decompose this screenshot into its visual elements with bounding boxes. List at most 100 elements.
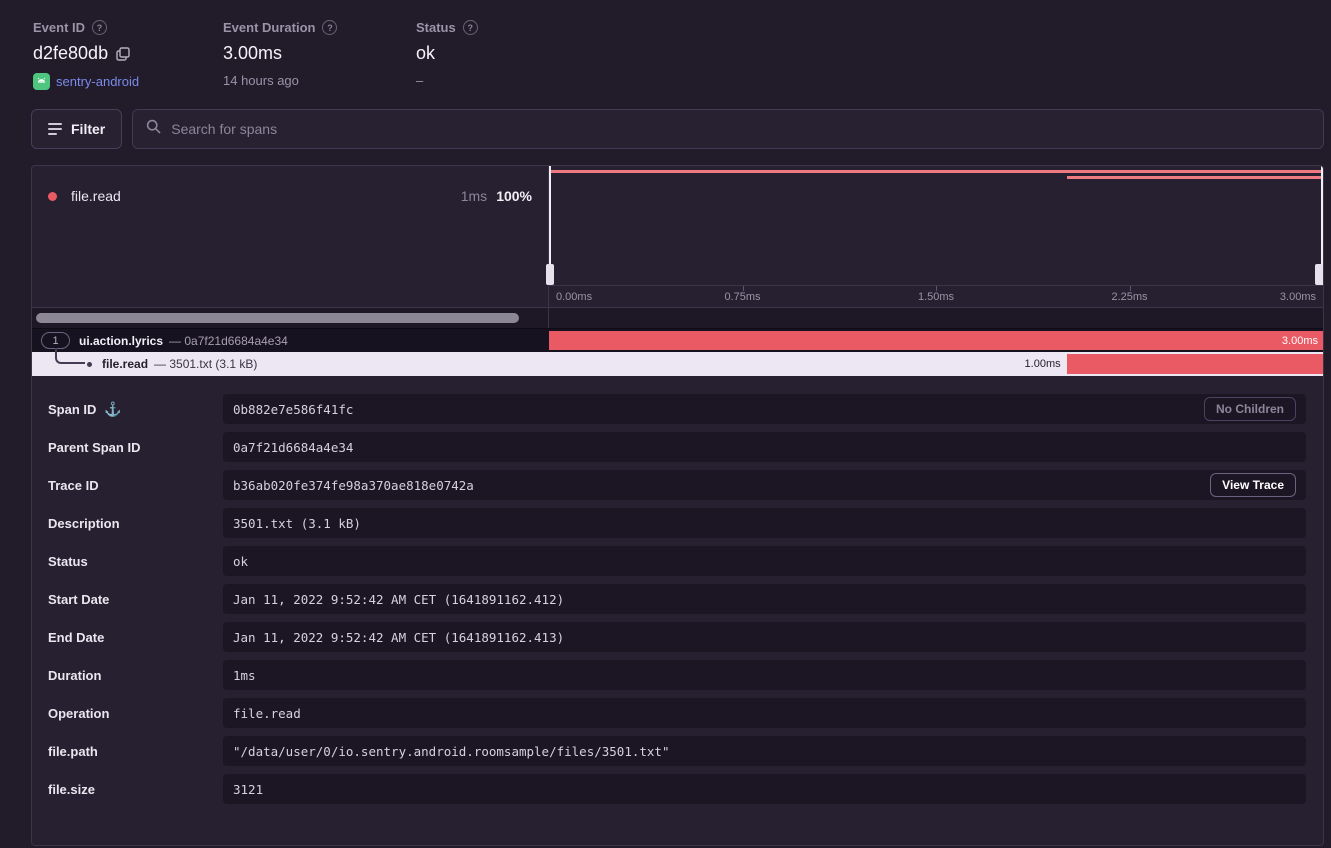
detail-row-label: file.path <box>48 744 223 759</box>
axis-tick-label: 0.00ms <box>556 291 592 303</box>
detail-row: file.path "/data/user/0/io.sentry.androi… <box>48 736 1306 766</box>
detail-row: Start Date Jan 11, 2022 9:52:42 AM CET (… <box>48 584 1306 614</box>
help-icon[interactable]: ? <box>92 20 107 35</box>
detail-row-label: Status <box>48 554 223 569</box>
minimap-right-grip[interactable] <box>1315 264 1323 285</box>
detail-row-label: Operation <box>48 706 223 721</box>
search-icon <box>146 119 161 139</box>
span-duration-bar[interactable] <box>1067 354 1323 374</box>
event-duration-label: Event Duration <box>223 20 315 35</box>
project-row: sentry-android <box>33 73 223 90</box>
detail-row-label: Duration <box>48 668 223 683</box>
minimap-left-handle[interactable] <box>549 166 551 285</box>
anchor-icon[interactable]: ⚓ <box>104 401 121 418</box>
detail-row-label: Description <box>48 516 223 531</box>
detail-row: file.size 3121 <box>48 774 1306 804</box>
timeline-axis: 0.00ms 0.75ms 1.50ms 2.25ms 3.00ms <box>549 285 1323 307</box>
horizontal-scrollbar[interactable] <box>36 313 519 323</box>
minimap-left-grip[interactable] <box>546 264 554 285</box>
event-id-value-row: d2fe80db <box>33 43 223 64</box>
android-platform-icon <box>33 73 50 90</box>
event-id-value: d2fe80db <box>33 43 108 64</box>
copy-icon[interactable] <box>116 47 130 61</box>
detail-row-button: No Children <box>1204 397 1296 421</box>
axis-tick-label: 3.00ms <box>1280 291 1316 303</box>
detail-row: Duration 1ms <box>48 660 1306 690</box>
detail-row-value: Jan 11, 2022 9:52:42 AM CET (1641891162.… <box>223 584 1306 614</box>
filter-button[interactable]: Filter <box>31 109 122 149</box>
operation-color-dot <box>48 192 57 201</box>
operation-stats: 1ms 100% <box>461 188 532 204</box>
tree-scroll-area <box>32 308 549 328</box>
span-duration-label: 1.00ms <box>1025 352 1061 376</box>
span-row-root[interactable]: 1 ui.action.lyrics — 0a7f21d6684a4e34 3.… <box>32 328 1323 352</box>
search-input[interactable] <box>171 121 1310 137</box>
children-count-toggle[interactable]: 1 <box>41 332 70 349</box>
event-header: Event ID ? d2fe80db sentry-android Event… <box>0 0 1331 90</box>
event-duration-sub: 14 hours ago <box>223 73 416 88</box>
span-row-selected[interactable]: file.read — 3501.txt (3.1 kB) 1.00ms <box>32 352 1323 376</box>
span-duration-bar[interactable]: 3.00ms <box>549 331 1323 350</box>
filter-button-label: Filter <box>71 121 105 137</box>
operation-duration: 1ms <box>461 188 487 204</box>
event-duration-value: 3.00ms <box>223 43 416 64</box>
detail-row-value: b36ab020fe374fe98a370ae818e0742a View Tr… <box>223 470 1306 500</box>
detail-row-value: 0b882e7e586f41fc No Children <box>223 394 1306 424</box>
help-icon[interactable]: ? <box>463 20 478 35</box>
detail-row-label: End Date <box>48 630 223 645</box>
detail-row-value: ok <box>223 546 1306 576</box>
detail-row: Status ok <box>48 546 1306 576</box>
project-link[interactable]: sentry-android <box>56 74 139 89</box>
operations-breakdown: file.read 1ms 100% <box>32 166 549 307</box>
event-id-column: Event ID ? d2fe80db sentry-android <box>33 20 223 90</box>
detail-row-button[interactable]: View Trace <box>1210 473 1296 497</box>
detail-row: Operation file.read <box>48 698 1306 728</box>
timeline-scroll-area <box>549 308 1323 328</box>
minimap-section: file.read 1ms 100% 0.00ms 0.75ms 1.50 <box>32 166 1323 307</box>
event-duration-column: Event Duration ? 3.00ms 14 hours ago <box>223 20 416 90</box>
status-column: Status ? ok – <box>416 20 478 90</box>
detail-row-label: Parent Span ID <box>48 440 223 455</box>
detail-row-value: Jan 11, 2022 9:52:42 AM CET (1641891162.… <box>223 622 1306 652</box>
filter-icon <box>48 123 62 135</box>
minimap-timeline: 0.00ms 0.75ms 1.50ms 2.25ms 3.00ms <box>549 166 1323 307</box>
detail-row: Span ID ⚓ 0b882e7e586f41fc No Children <box>48 394 1306 424</box>
detail-row-value: 3501.txt (3.1 kB) <box>223 508 1306 538</box>
detail-row-value: "/data/user/0/io.sentry.android.roomsamp… <box>223 736 1306 766</box>
details-rows: Span ID ⚓ 0b882e7e586f41fc No Children P… <box>48 394 1306 804</box>
scroll-strip <box>32 307 1323 328</box>
span-operation: ui.action.lyrics <box>79 334 163 348</box>
detail-row: Trace ID b36ab020fe374fe98a370ae818e0742… <box>48 470 1306 500</box>
operation-name: file.read <box>71 188 121 204</box>
minimap-right-handle[interactable] <box>1321 166 1323 285</box>
detail-row-value: 3121 <box>223 774 1306 804</box>
span-duration-label: 3.00ms <box>1282 335 1323 347</box>
help-icon[interactable]: ? <box>322 20 337 35</box>
axis-tick-label: 2.25ms <box>1111 291 1147 303</box>
span-tree-cell: file.read — 3501.txt (3.1 kB) <box>32 352 549 376</box>
event-duration-label-row: Event Duration ? <box>223 20 416 35</box>
span-details-section: Span ID ⚓ 0b882e7e586f41fc No Children P… <box>32 376 1323 804</box>
span-search <box>132 109 1324 149</box>
status-label: Status <box>416 20 456 35</box>
trace-view-panel: file.read 1ms 100% 0.00ms 0.75ms 1.50 <box>31 165 1324 846</box>
span-id-text: — 0a7f21d6684a4e34 <box>169 334 288 348</box>
status-sub: – <box>416 73 478 88</box>
axis-tick-label: 1.50ms <box>918 291 954 303</box>
span-track: 1.00ms <box>549 352 1323 376</box>
detail-row: End Date Jan 11, 2022 9:52:42 AM CET (16… <box>48 622 1306 652</box>
toolbar: Filter <box>31 109 1324 149</box>
span-operation: file.read <box>102 357 148 371</box>
minimap-span-line <box>549 170 1323 173</box>
span-tree-cell: 1 ui.action.lyrics — 0a7f21d6684a4e34 <box>32 329 549 352</box>
detail-row-label: file.size <box>48 782 223 797</box>
operation-percent: 100% <box>496 188 532 204</box>
detail-row-label: Span ID ⚓ <box>48 401 223 418</box>
detail-row: Description 3501.txt (3.1 kB) <box>48 508 1306 538</box>
detail-row-value: file.read <box>223 698 1306 728</box>
detail-row-value: 0a7f21d6684a4e34 <box>223 432 1306 462</box>
event-id-label-row: Event ID ? <box>33 20 223 35</box>
tree-connector-elbow <box>55 348 85 364</box>
operation-legend-row[interactable]: file.read 1ms 100% <box>32 166 548 204</box>
minimap-canvas[interactable] <box>549 166 1323 285</box>
